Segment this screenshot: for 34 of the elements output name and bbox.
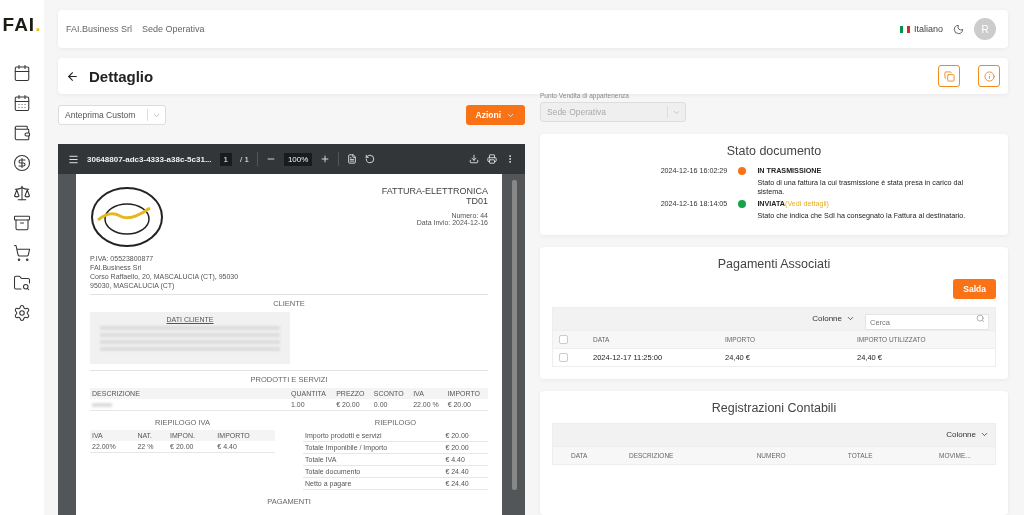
scrollbar[interactable] xyxy=(512,180,517,490)
zoom-field[interactable]: 100% xyxy=(283,152,313,166)
info-icon xyxy=(983,70,995,82)
file-name: 30648807-adc3-4333-a38c-5c31... xyxy=(87,154,212,164)
print-icon[interactable] xyxy=(487,154,497,164)
page-title: Dettaglio xyxy=(89,67,154,85)
download-icon[interactable] xyxy=(469,154,479,164)
columns-button[interactable]: Colonne xyxy=(812,314,855,324)
zoom-in-icon[interactable] xyxy=(320,154,331,164)
moon-icon[interactable] xyxy=(953,23,964,35)
breadcrumb[interactable]: FAI.Business Srl xyxy=(66,24,133,34)
document-type: FATTURA-ELETTRONICA xyxy=(381,186,488,196)
dollar-coin-icon[interactable] xyxy=(11,152,33,174)
document-code: TD01 xyxy=(466,196,488,206)
breadcrumb[interactable]: Sede Operativa xyxy=(142,24,205,34)
checkbox[interactable] xyxy=(559,352,568,362)
rotate-icon[interactable] xyxy=(365,154,376,164)
page-number-field[interactable]: 1 xyxy=(219,152,232,166)
back-arrow-icon[interactable] xyxy=(66,69,79,83)
search-icon xyxy=(976,313,985,323)
preview-select[interactable]: Anteprima Custom xyxy=(58,105,166,125)
card-title: Stato documento xyxy=(726,144,822,158)
logo: FAI. xyxy=(2,14,42,36)
card-title: Pagamenti Associati xyxy=(716,256,832,271)
page-count: / 1 xyxy=(240,154,249,164)
copy-icon xyxy=(943,70,955,82)
flag-icon xyxy=(899,25,910,33)
language-selector[interactable]: Italiano xyxy=(899,24,943,34)
checkbox[interactable] xyxy=(559,334,568,344)
card-title: Registrazioni Contabili xyxy=(710,400,838,415)
cart-icon[interactable] xyxy=(11,242,33,264)
columns-button[interactable]: Colonne xyxy=(946,430,989,440)
menu-icon[interactable] xyxy=(68,153,79,165)
fit-page-icon[interactable] xyxy=(347,154,358,164)
